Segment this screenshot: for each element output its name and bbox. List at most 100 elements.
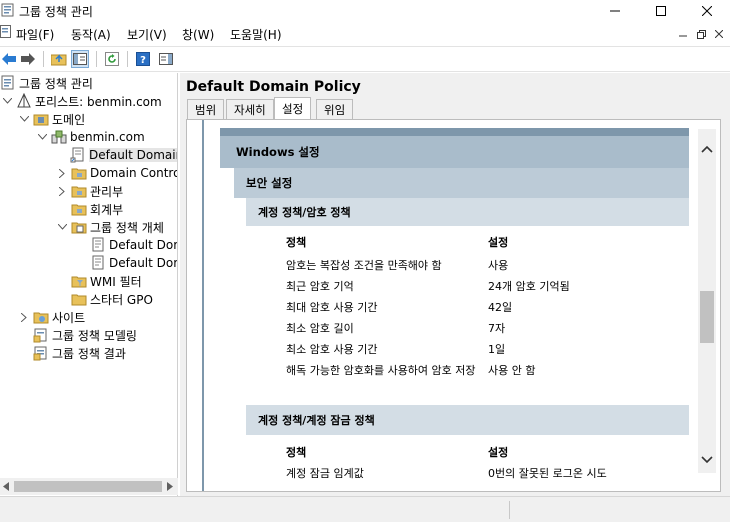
group-password-policy[interactable]: 계정 정책/암호 정책	[246, 198, 689, 226]
maximize-icon	[656, 6, 666, 16]
gpo-link-icon	[70, 147, 84, 163]
tree-item-label: 관리부	[90, 184, 124, 199]
expand-chevron-icon[interactable]	[57, 168, 67, 178]
minimize-button[interactable]	[592, 0, 638, 22]
tree-item-domain-benmin[interactable]: benmin.com	[37, 128, 145, 146]
minimize-icon	[610, 10, 620, 12]
tree-item-domains[interactable]: 도메인	[19, 110, 85, 128]
title-bar: 그룹 정책 관리	[0, 0, 730, 22]
tree-item-gpo-container[interactable]: 그룹 정책 개체	[57, 218, 164, 236]
tree-item-label: Default Domain Policy	[89, 148, 177, 162]
tree-item-starter-gpos[interactable]: 스타터 GPO	[71, 290, 153, 308]
properties-button[interactable]	[157, 50, 175, 68]
menu-help[interactable]: 도움말(H)	[230, 26, 282, 43]
back-arrow-icon	[2, 53, 16, 65]
help-button[interactable]: ?	[134, 50, 152, 68]
collapse-chevron-icon[interactable]	[37, 132, 47, 142]
tree-item-label: 그룹 정책 개체	[90, 220, 164, 235]
group-title: 계정 정책/계정 잠금 정책	[258, 414, 375, 427]
show-hide-tree-button[interactable]	[71, 50, 89, 68]
section-windows-settings[interactable]: Windows 설정	[220, 136, 689, 168]
gpo-icon	[92, 255, 104, 270]
tree-item-domain-controllers[interactable]: Domain Controllers	[57, 164, 177, 182]
tree-item-wmi-filters[interactable]: WMI 필터	[71, 272, 142, 290]
maximize-button[interactable]	[638, 0, 684, 22]
tab-scope[interactable]: 범위	[187, 99, 225, 119]
refresh-icon	[105, 52, 119, 66]
policy-setting: 7자	[488, 322, 506, 335]
tree-item-label: 그룹 정책 관리	[19, 76, 93, 91]
forest-icon	[17, 93, 31, 108]
mdi-close-button[interactable]	[710, 26, 728, 42]
col-header-policy: 정책	[286, 236, 307, 249]
policy-name: 계정 잠금 임계값	[286, 467, 364, 480]
status-bar	[0, 496, 730, 522]
details-title: Default Domain Policy	[186, 79, 361, 95]
menu-file[interactable]: 파일(F)	[16, 26, 54, 43]
scroll-thumb[interactable]	[700, 291, 714, 343]
scroll-right-icon[interactable]	[167, 482, 173, 491]
gp-modeling-icon	[33, 328, 47, 343]
section-security-settings[interactable]: 보안 설정	[234, 168, 689, 198]
close-icon	[702, 6, 712, 16]
tree-item-default-domain-policy-link[interactable]: Default Domain Policy	[70, 146, 177, 164]
tab-details[interactable]: 자세히	[226, 99, 274, 119]
sites-icon	[33, 312, 49, 324]
collapse-chevron-icon[interactable]	[57, 222, 67, 232]
up-folder-icon	[51, 54, 67, 66]
tree-horizontal-scrollbar[interactable]	[0, 478, 178, 495]
report-left-rule	[202, 120, 204, 491]
up-folder-button[interactable]	[50, 50, 68, 68]
tree-item-label: Domain Controllers	[90, 166, 177, 180]
scroll-down-icon[interactable]	[701, 456, 713, 464]
tree-item-gp-modeling[interactable]: 그룹 정책 모델링	[33, 326, 137, 344]
tree-item-label: 그룹 정책 결과	[52, 346, 126, 361]
back-button[interactable]	[0, 50, 18, 68]
tree-item-label: benmin.com	[70, 130, 145, 144]
tab-delegation[interactable]: 위임	[316, 99, 354, 119]
gpo-icon	[92, 237, 104, 252]
tree-item-forest[interactable]: 포리스트: benmin.com	[2, 92, 162, 110]
policy-name: 최소 암호 길이	[286, 322, 354, 335]
scroll-left-icon[interactable]	[3, 482, 9, 491]
ou-folder-icon	[71, 186, 87, 198]
tree-item-ou-accounting[interactable]: 회계부	[71, 200, 123, 218]
policy-setting: 24개 암호 기억됨	[488, 280, 570, 293]
tree-item-gp-results[interactable]: 그룹 정책 결과	[33, 344, 126, 362]
mmc-icon	[0, 25, 11, 38]
tree-item-gpo-default-domain-policy[interactable]: Default Domain Policy	[90, 236, 177, 254]
domains-folder-icon	[33, 114, 49, 126]
tab-settings[interactable]: 설정	[274, 97, 312, 120]
expand-chevron-icon[interactable]	[57, 186, 67, 196]
menu-view[interactable]: 보기(V)	[127, 26, 167, 43]
starter-gpo-folder-icon	[71, 294, 87, 306]
policy-name: 최소 암호 사용 기간	[286, 343, 378, 356]
expand-chevron-icon[interactable]	[19, 312, 29, 322]
tree-item-sites[interactable]: 사이트	[19, 308, 85, 326]
refresh-button[interactable]	[103, 50, 121, 68]
tree-item-label: 사이트	[52, 310, 86, 325]
help-icon: ?	[136, 52, 150, 66]
group-account-lockout-policy[interactable]: 계정 정책/계정 잠금 정책	[246, 405, 689, 435]
menu-window[interactable]: 창(W)	[182, 26, 214, 43]
close-button[interactable]	[684, 0, 730, 22]
policy-name: 최대 암호 사용 기간	[286, 301, 378, 314]
forward-button[interactable]	[19, 50, 37, 68]
tree-item-ou-management[interactable]: 관리부	[57, 182, 123, 200]
collapse-chevron-icon[interactable]	[19, 114, 29, 124]
tree-item-label: 회계부	[90, 202, 124, 217]
policy-setting: 사용	[488, 259, 509, 272]
gpo-folder-icon	[71, 222, 87, 234]
mdi-restore-button[interactable]	[692, 26, 710, 42]
ou-folder-icon	[71, 168, 87, 180]
report-vertical-scrollbar[interactable]	[698, 129, 716, 473]
menu-action[interactable]: 동작(A)	[71, 26, 111, 43]
scroll-up-icon[interactable]	[701, 145, 713, 153]
collapse-chevron-icon[interactable]	[2, 96, 12, 106]
tree-item-gpo-default-dc-policy[interactable]: Default Domain Controllers Policy	[90, 254, 177, 272]
tree-item-label: WMI 필터	[90, 274, 142, 289]
scroll-thumb[interactable]	[14, 481, 162, 492]
tree-item-gpm-root[interactable]: 그룹 정책 관리	[0, 74, 93, 92]
mdi-minimize-button[interactable]	[674, 26, 692, 42]
ou-folder-icon	[71, 204, 87, 216]
